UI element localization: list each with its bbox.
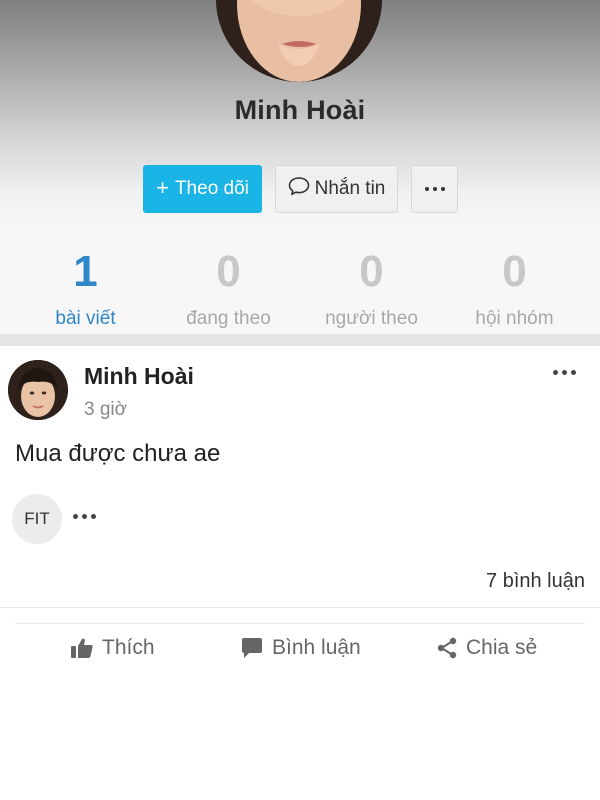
post-author-name[interactable]: Minh Hoài: [84, 363, 194, 390]
post-card: Minh Hoài 3 giờ Mua được chưa ae FIT 7 b…: [0, 346, 600, 800]
more-dots-icon: [73, 514, 96, 519]
share-button[interactable]: Chia sẻ: [436, 636, 537, 660]
group-more-button[interactable]: [73, 514, 96, 519]
more-dots-icon: [424, 187, 445, 191]
divider: [15, 623, 585, 624]
stat-label: người theo: [325, 308, 418, 329]
post-menu-button[interactable]: [549, 366, 580, 379]
comment-label: Bình luận: [272, 636, 361, 659]
stat-following[interactable]: 0 đang theo: [157, 228, 300, 334]
profile-header: Minh Hoài + Theo dõi Nhắn tin: [0, 0, 600, 228]
stat-value: 1: [73, 247, 98, 296]
profile-stats: 1 bài viết 0 đang theo 0 người theo 0 hộ…: [0, 228, 600, 334]
post-timestamp: 3 giờ: [84, 399, 128, 420]
more-options-button[interactable]: [411, 165, 458, 213]
group-badge[interactable]: FIT: [12, 494, 62, 544]
share-icon: [436, 637, 458, 659]
post-actions: Thích Bình luận Chia sẻ: [0, 636, 600, 668]
message-button[interactable]: Nhắn tin: [275, 165, 398, 213]
stat-label: bài viết: [55, 308, 116, 329]
follow-label: Theo dõi: [174, 178, 249, 199]
comment-button[interactable]: Bình luận: [240, 636, 361, 660]
section-divider: [0, 334, 600, 346]
like-label: Thích: [102, 636, 155, 659]
stat-value: 0: [216, 247, 241, 296]
like-button[interactable]: Thích: [70, 636, 155, 660]
stat-posts[interactable]: 1 bài viết: [14, 228, 157, 334]
follow-button[interactable]: + Theo dõi: [143, 165, 262, 213]
divider: [0, 607, 600, 608]
comment-count[interactable]: 7 bình luận: [486, 570, 585, 593]
thumbs-up-icon: [70, 637, 94, 659]
post-body: Mua được chưa ae: [15, 440, 221, 467]
stat-label: hội nhóm: [475, 308, 554, 329]
plus-icon: +: [156, 175, 169, 200]
profile-avatar[interactable]: [216, 0, 382, 82]
profile-name: Minh Hoài: [234, 95, 366, 125]
profile-page: Minh Hoài + Theo dõi Nhắn tin 1 bài viết…: [0, 0, 600, 800]
post-author-avatar[interactable]: [8, 360, 68, 420]
stat-label: đang theo: [186, 308, 271, 329]
stat-value: 0: [359, 247, 384, 296]
chat-bubble-icon: [288, 176, 310, 202]
more-dots-icon: [553, 370, 576, 375]
message-label: Nhắn tin: [314, 178, 386, 199]
profile-actions: + Theo dõi Nhắn tin: [0, 165, 600, 213]
share-label: Chia sẻ: [466, 636, 538, 659]
stat-groups[interactable]: 0 hội nhóm: [443, 228, 586, 334]
stat-followers[interactable]: 0 người theo: [300, 228, 443, 334]
stat-value: 0: [502, 247, 527, 296]
comment-icon: [240, 637, 264, 659]
